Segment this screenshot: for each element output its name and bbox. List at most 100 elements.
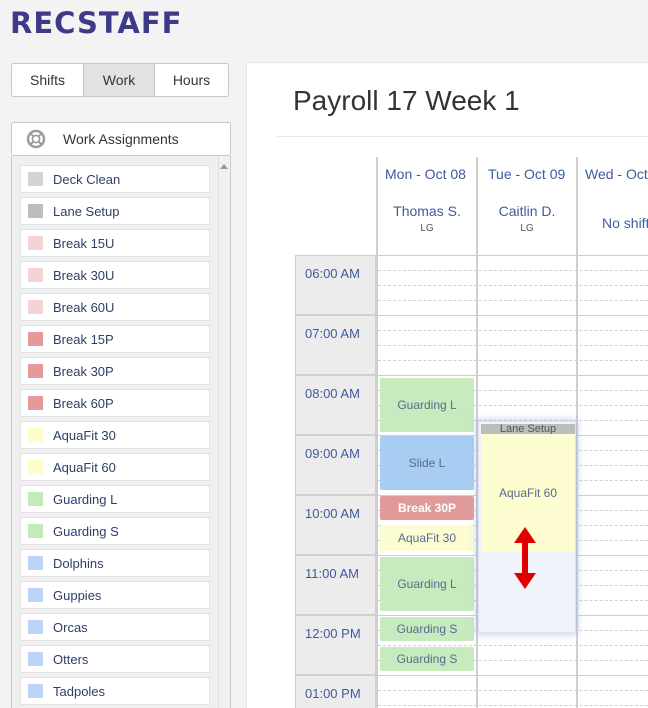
color-swatch (28, 652, 43, 666)
color-swatch (28, 332, 43, 346)
color-swatch (28, 364, 43, 378)
color-swatch (28, 236, 43, 250)
time-label: 11:00 AM (295, 555, 376, 615)
grid-line (378, 300, 648, 301)
event-guarding-s[interactable]: Guarding S (380, 617, 474, 641)
grid-line (378, 690, 648, 691)
assignment-label: Break 30P (53, 363, 114, 379)
assignment-label: Deck Clean (53, 171, 121, 187)
assignment-label: Otters (53, 651, 89, 667)
color-swatch (28, 556, 43, 570)
tab-shifts[interactable]: Shifts (12, 64, 84, 96)
list-item[interactable]: Guarding S (20, 517, 210, 545)
lifebuoy-icon (26, 129, 46, 149)
assignment-label: Guarding S (53, 523, 119, 539)
assignment-label: Break 60U (53, 299, 115, 315)
tab-hours[interactable]: Hours (155, 64, 228, 96)
assignment-label: Break 15P (53, 331, 114, 347)
grid-line (378, 345, 648, 346)
time-label: 10:00 AM (295, 495, 376, 555)
grid-line (378, 675, 648, 676)
staff-cell-wed: No shift (578, 189, 648, 251)
event-aquafit-30[interactable]: AquaFit 30 (380, 525, 474, 551)
color-swatch (28, 300, 43, 314)
event-guarding-s[interactable]: Guarding S (380, 647, 474, 671)
list-item[interactable]: Break 15U (20, 229, 210, 257)
grid-line (378, 270, 648, 271)
tab-work[interactable]: Work (84, 64, 155, 96)
color-swatch (28, 172, 43, 186)
page-title: Payroll 17 Week 1 (293, 85, 520, 116)
work-assignments-list: Deck Clean Lane Setup Break 15U Break 30… (11, 156, 231, 708)
list-item[interactable]: Dolphins (20, 549, 210, 577)
grid-line (378, 315, 648, 316)
list-item[interactable]: Guarding L (20, 485, 210, 513)
color-swatch (28, 460, 43, 474)
time-label: 09:00 AM (295, 435, 376, 495)
list-item[interactable]: Lane Setup (20, 197, 210, 225)
grid-line (378, 375, 648, 376)
list-item[interactable]: Otters (20, 645, 210, 673)
list-item[interactable]: Guppies (20, 581, 210, 609)
schedule-panel: Payroll 17 Week 1 Mon - Oct 08 Tue - Oct… (246, 62, 648, 708)
list-item[interactable]: Tadpoles (20, 677, 210, 705)
staff-cell-tue[interactable]: Caitlin D. LG (478, 189, 576, 251)
color-swatch (28, 268, 43, 282)
time-label: 07:00 AM (295, 315, 376, 375)
app: RECSTAFF Shifts Work Hours Work Assignme… (0, 0, 648, 708)
staff-name: Caitlin D. (498, 203, 556, 219)
app-logo[interactable]: RECSTAFF (10, 6, 182, 40)
vertical-resize-arrow-icon (514, 527, 536, 589)
list-item[interactable]: Orcas (20, 613, 210, 641)
event-slide-l[interactable]: Slide L (380, 436, 474, 490)
list-item[interactable]: AquaFit 30 (20, 421, 210, 449)
grid-line (378, 360, 648, 361)
time-label: 06:00 AM (295, 255, 376, 315)
grid-line (378, 705, 648, 706)
scroll-up-icon[interactable] (220, 164, 228, 169)
assignment-label: Dolphins (53, 555, 104, 571)
work-assignments-title: Work Assignments (63, 131, 179, 147)
color-swatch (28, 396, 43, 410)
event-guarding-l[interactable]: Guarding L (380, 557, 474, 611)
staff-cell-mon[interactable]: Thomas S. LG (378, 189, 476, 251)
color-swatch (28, 620, 43, 634)
time-column: 06:00 AM 07:00 AM 08:00 AM 09:00 AM 10:0… (295, 255, 376, 708)
day-header-tue[interactable]: Tue - Oct 09 (488, 159, 565, 189)
time-label: 12:00 PM (295, 615, 376, 675)
staff-name: Thomas S. (393, 203, 461, 219)
assignment-label: Break 30U (53, 267, 115, 283)
assignment-label: AquaFit 60 (53, 459, 116, 475)
assignment-label: Break 60P (53, 395, 114, 411)
color-swatch (28, 204, 43, 218)
event-guarding-l[interactable]: Guarding L (380, 378, 474, 432)
time-label: 08:00 AM (295, 375, 376, 435)
list-item[interactable]: Break 30U (20, 261, 210, 289)
assignment-label: Lane Setup (53, 203, 120, 219)
list-scrollbar[interactable] (218, 156, 230, 708)
color-swatch (28, 492, 43, 506)
grid-line (378, 255, 648, 256)
day-header-mon[interactable]: Mon - Oct 08 (385, 159, 466, 189)
assignment-label: Tadpoles (53, 683, 106, 699)
assignment-label: Break 15U (53, 235, 115, 251)
list-item[interactable]: Deck Clean (20, 165, 210, 193)
work-assignments-header[interactable]: Work Assignments (11, 122, 231, 156)
assignment-label: Guppies (53, 587, 102, 603)
staff-role: LG (420, 223, 434, 234)
time-label: 01:00 PM (295, 675, 376, 708)
color-swatch (28, 428, 43, 442)
list-item[interactable]: Break 15P (20, 325, 210, 353)
view-tabs: Shifts Work Hours (11, 63, 229, 97)
list-item[interactable]: Break 60P (20, 389, 210, 417)
grid-line (378, 645, 648, 646)
color-swatch (28, 684, 43, 698)
day-header-wed[interactable]: Wed - Oct (585, 159, 648, 189)
list-item[interactable]: Break 30P (20, 357, 210, 385)
list-item[interactable]: Break 60U (20, 293, 210, 321)
event-break-30p[interactable]: Break 30P (380, 496, 474, 520)
list-item[interactable]: AquaFit 60 (20, 453, 210, 481)
event-lane-setup[interactable]: Lane Setup (481, 423, 575, 435)
no-shifts-label: No shift (602, 215, 648, 231)
title-divider (277, 136, 648, 137)
